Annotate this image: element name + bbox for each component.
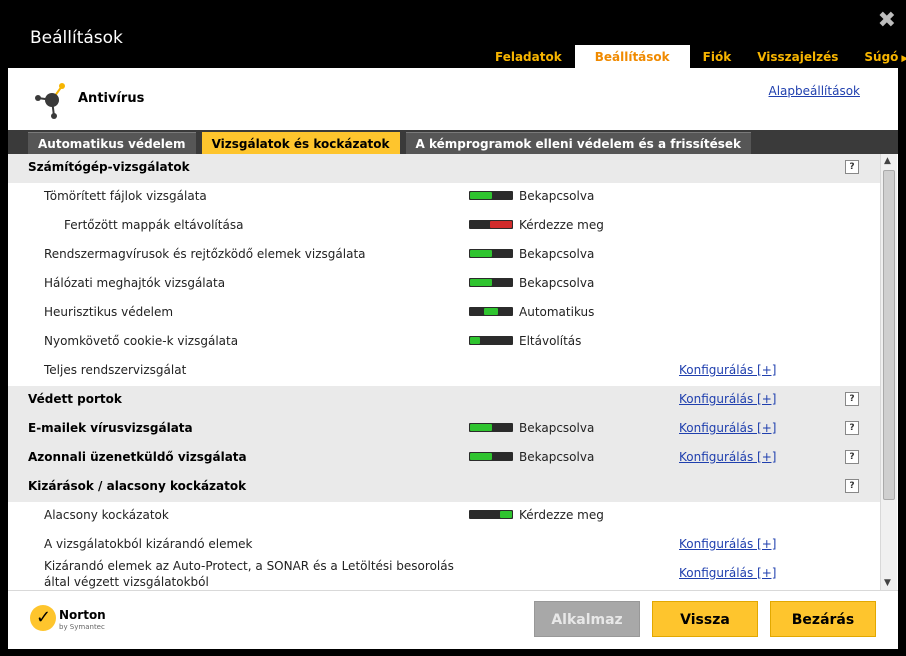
setting-toggle[interactable]	[469, 452, 513, 461]
setting-label: Azonnali üzenetküldő vizsgálata	[28, 450, 247, 464]
setting-row: Fertőzött mappák eltávolítása Kérdezze me…	[8, 212, 880, 241]
norton-check-icon: ✓	[30, 605, 56, 631]
topnav-item-0[interactable]: Feladatok	[482, 45, 575, 69]
topnav-item-2[interactable]: Fiók	[690, 45, 745, 69]
footer: ✓ Norton by Symantec Alkalmaz Vissza Bez…	[8, 590, 898, 649]
setting-status: Kérdezze meg	[519, 218, 604, 232]
product-header: Antivírus Alapbeállítások	[8, 68, 898, 130]
setting-toggle[interactable]	[469, 220, 513, 229]
tab-2[interactable]: A kémprogramok elleni védelem és a friss…	[405, 132, 752, 155]
topnav-label: Visszajelzés	[757, 50, 839, 64]
help-icon[interactable]: ?	[845, 421, 859, 435]
setting-label: Hálózati meghajtók vizsgálata	[44, 276, 226, 290]
setting-row: A vizsgálatokból kizárandó elemek Konfigu…	[8, 531, 880, 560]
tab-0[interactable]: Automatikus védelem	[28, 132, 196, 155]
setting-row: Heurisztikus védelem Automatikus	[8, 299, 880, 328]
setting-status: Automatikus	[519, 305, 595, 319]
setting-toggle[interactable]	[469, 307, 513, 316]
setting-label: Tömörített fájlok vizsgálata	[44, 189, 207, 203]
setting-label: Védett portok	[28, 392, 122, 406]
settings-window: Beállítások ✖ Feladatok Beállítások Fiók Vi…	[0, 0, 906, 656]
help-icon[interactable]: ?	[845, 160, 859, 174]
back-button[interactable]: Vissza	[652, 601, 758, 637]
settings-tabs: Automatikus védelem Vizsgálatok és kockáz…	[28, 130, 757, 156]
topnav-item-1[interactable]: Beállítások	[574, 45, 690, 69]
setting-label: Fertőzött mappák eltávolítása	[64, 218, 244, 232]
setting-status: Bekapcsolva	[519, 276, 595, 290]
configure-link[interactable]: Konfigurálás [+]	[679, 566, 776, 580]
top-navigation: Feladatok Beállítások Fiók Visszajelzés Súgó…	[482, 45, 906, 69]
setting-status: Bekapcsolva	[519, 450, 595, 464]
setting-row: Alacsony kockázatok Kérdezze meg	[8, 502, 880, 531]
help-icon[interactable]: ?	[845, 450, 859, 464]
setting-status: Kérdezze meg	[519, 508, 604, 522]
section-row: Kizárások / alacsony kockázatok?	[8, 473, 880, 502]
setting-label: E-mailek vírusvizsgálata	[28, 421, 193, 435]
configure-link[interactable]: Konfigurálás [+]	[679, 363, 776, 377]
norton-brand-sub: by Symantec	[59, 623, 105, 631]
help-icon[interactable]: ?	[845, 479, 859, 493]
setting-label: Heurisztikus védelem	[44, 305, 174, 319]
setting-label: A vizsgálatokból kizárandó elemek	[44, 537, 253, 551]
topnav-item-3[interactable]: Visszajelzés	[744, 45, 851, 69]
topnav-label: Súgó	[864, 50, 899, 64]
setting-toggle[interactable]	[469, 191, 513, 200]
setting-toggle[interactable]	[469, 249, 513, 258]
setting-status: Eltávolítás	[519, 334, 582, 348]
setting-label: Számítógép-vizsgálatok	[28, 160, 190, 174]
section-row: Számítógép-vizsgálatok?	[8, 154, 880, 183]
setting-toggle[interactable]	[469, 278, 513, 287]
vertical-scrollbar[interactable]: ▲ ▼	[880, 154, 897, 590]
settings-list: Számítógép-vizsgálatok? Tömörített fájlok…	[8, 154, 880, 590]
setting-status: Bekapcsolva	[519, 247, 595, 261]
topnav-label: Fiók	[702, 50, 732, 64]
close-button[interactable]: Bezárás	[770, 601, 876, 637]
section-row: E-mailek vírusvizsgálata Bekapcsolva Konfi…	[8, 415, 880, 444]
defaults-link[interactable]: Alapbeállítások	[769, 84, 860, 98]
setting-row: Teljes rendszervizsgálat Konfigurálás [+]	[8, 357, 880, 386]
setting-label: Kizárandó elemek az Auto-Protect, a SONA…	[44, 559, 454, 589]
setting-toggle[interactable]	[469, 510, 513, 519]
setting-row: Tömörített fájlok vizsgálata Bekapcsolva	[8, 183, 880, 212]
setting-row: Nyomkövető cookie-k vizsgálata Eltávolítá…	[8, 328, 880, 357]
chevron-right-icon: ▶	[901, 54, 906, 64]
apply-button[interactable]: Alkalmaz	[534, 601, 640, 637]
setting-row: Hálózati meghajtók vizsgálata Bekapcsolva	[8, 270, 880, 299]
settings-panel: Antivírus Alapbeállítások Automatikus vé…	[8, 68, 898, 649]
scroll-down-icon[interactable]: ▼	[884, 578, 891, 588]
setting-status: Bekapcsolva	[519, 421, 595, 435]
help-icon[interactable]: ?	[845, 392, 859, 406]
section-row: Azonnali üzenetküldő vizsgálata Bekapcsol…	[8, 444, 880, 473]
configure-link[interactable]: Konfigurálás [+]	[679, 537, 776, 551]
setting-row: Rendszermagvírusok és rejtőzködő elemek …	[8, 241, 880, 270]
close-icon[interactable]: ✖	[878, 8, 896, 33]
scroll-up-icon[interactable]: ▲	[884, 156, 891, 166]
setting-label: Teljes rendszervizsgálat	[44, 363, 187, 377]
settings-tab-bar: Automatikus védelem Vizsgálatok és kockáz…	[8, 130, 898, 156]
scroll-thumb[interactable]	[883, 170, 895, 500]
setting-toggle[interactable]	[469, 336, 513, 345]
configure-link[interactable]: Konfigurálás [+]	[679, 392, 776, 406]
setting-label: Rendszermagvírusok és rejtőzködő elemek …	[44, 247, 366, 261]
norton-brand: Norton	[59, 608, 106, 622]
setting-status: Bekapcsolva	[519, 189, 595, 203]
topnav-label: Beállítások	[594, 50, 670, 64]
tab-1[interactable]: Vizsgálatok és kockázatok	[201, 132, 400, 156]
configure-link[interactable]: Konfigurálás [+]	[679, 421, 776, 435]
product-name: Antivírus	[78, 91, 145, 106]
setting-label: Kizárások / alacsony kockázatok	[28, 479, 247, 493]
setting-label: Alacsony kockázatok	[44, 508, 169, 522]
setting-toggle[interactable]	[469, 423, 513, 432]
antivirus-icon	[35, 83, 65, 119]
setting-label: Nyomkövető cookie-k vizsgálata	[44, 334, 239, 348]
section-row: Védett portok Konfigurálás [+]?	[8, 386, 880, 415]
topnav-label: Feladatok	[495, 50, 562, 64]
setting-row: Kizárandó elemek az Auto-Protect, a SONA…	[8, 559, 880, 589]
configure-link[interactable]: Konfigurálás [+]	[679, 450, 776, 464]
topnav-item-4[interactable]: Súgó ▶	[851, 45, 906, 69]
window-title: Beállítások	[30, 28, 123, 48]
norton-logo: ✓ Norton by Symantec	[30, 605, 120, 635]
